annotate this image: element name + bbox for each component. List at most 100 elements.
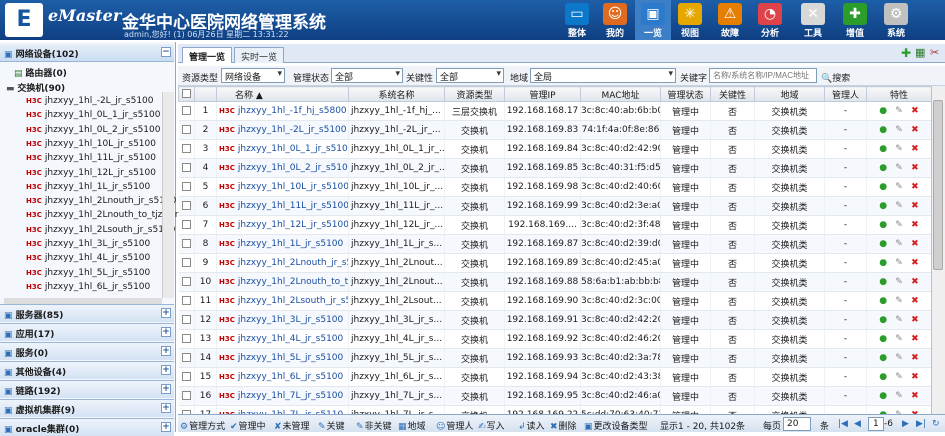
criticality-select[interactable]: 全部 xyxy=(436,68,504,83)
status-ok-icon[interactable]: ● xyxy=(879,391,888,401)
delete-icon[interactable]: ✖ xyxy=(910,372,919,382)
sidebar-section[interactable]: ▣ 应用(17) + xyxy=(0,323,174,341)
next-page-icon[interactable]: ▶ xyxy=(902,419,909,429)
footer-button-cross[interactable]: ✘未管理 xyxy=(274,419,310,432)
status-ok-icon[interactable]: ● xyxy=(879,258,888,268)
status-ok-icon[interactable]: ● xyxy=(879,239,888,249)
col-sysname[interactable]: 系统名称 xyxy=(348,86,445,102)
footer-button-change[interactable]: ▣更改设备类型 xyxy=(584,419,648,432)
edit-icon[interactable]: ✎ xyxy=(895,296,904,306)
status-ok-icon[interactable]: ● xyxy=(879,144,888,154)
row-checkbox[interactable] xyxy=(178,158,195,178)
status-ok-icon[interactable]: ● xyxy=(879,163,888,173)
tree-router-group[interactable]: ▤ 路由器(0) xyxy=(14,66,67,79)
edit-icon[interactable]: ✎ xyxy=(895,258,904,268)
first-page-icon[interactable]: |◀ xyxy=(838,419,848,429)
status-ok-icon[interactable]: ● xyxy=(879,201,888,211)
row-checkbox[interactable] xyxy=(178,329,195,349)
edit-icon[interactable]: ✎ xyxy=(895,201,904,211)
status-ok-icon[interactable]: ● xyxy=(879,106,888,116)
table-row[interactable]: 11 H3C jhzxyy_1hl_2Lsouth_jr_s5... jhzxyy… xyxy=(178,291,931,311)
footer-button-read[interactable]: ↲读入 xyxy=(518,419,545,432)
delete-icon[interactable]: ✖ xyxy=(910,315,919,325)
manage-state-select[interactable]: 全部 xyxy=(331,68,403,83)
row-name-link[interactable]: H3C jhzxyy_1hl_5L_jr_s5100 xyxy=(216,348,349,368)
status-ok-icon[interactable]: ● xyxy=(879,296,888,306)
search-button[interactable]: 🔍搜索 xyxy=(821,71,850,84)
expand-icon[interactable]: + xyxy=(161,384,171,394)
expand-icon[interactable]: + xyxy=(161,403,171,413)
nav-pie-chart[interactable]: ◔ 分析 xyxy=(752,0,788,40)
table-row[interactable]: 5 H3C jhzxyy_1hl_10L_jr_s5100 jhzxyy_1hl_… xyxy=(178,177,931,197)
tree-item-switch[interactable]: H3C jhzxyy_1hl_-2L_jr_s5100 xyxy=(26,96,154,106)
table-row[interactable]: 3 H3C jhzxyy_1hl_0L_1_jr_s5100 jhzxyy_1hl… xyxy=(178,139,931,159)
row-name-link[interactable]: H3C jhzxyy_1hl_7L_jr_s5100 xyxy=(216,386,349,406)
prev-page-icon[interactable]: ◀ xyxy=(854,419,861,429)
sidebar-section[interactable]: ▣ 链路(192) + xyxy=(0,380,174,398)
footer-button-check[interactable]: ✔管理中 xyxy=(230,419,266,432)
row-name-link[interactable]: H3Cjhzxyy_1hl_2Lnouth_jr_s5... xyxy=(216,253,349,273)
footer-button-unkey[interactable]: ✎非关键 xyxy=(356,419,392,432)
sidebar-section[interactable]: ▣ 服务(0) + xyxy=(0,342,174,360)
export-icon[interactable]: ▦ xyxy=(915,46,925,59)
delete-icon[interactable]: ✖ xyxy=(910,144,919,154)
tab-management-overview[interactable]: 管理一览 xyxy=(182,47,233,63)
footer-button-write[interactable]: ✍写入 xyxy=(478,419,505,432)
edit-icon[interactable]: ✎ xyxy=(895,334,904,344)
edit-icon[interactable]: ✎ xyxy=(895,220,904,230)
footer-button-delete[interactable]: ✖删除 xyxy=(550,419,577,432)
nav-monitor[interactable]: ▭ 整体 xyxy=(559,0,595,40)
edit-icon[interactable]: ✎ xyxy=(895,391,904,401)
row-checkbox[interactable] xyxy=(178,291,195,311)
footer-button-key[interactable]: ✎关键 xyxy=(318,419,345,432)
select-all-checkbox[interactable] xyxy=(178,86,195,102)
status-ok-icon[interactable]: ● xyxy=(879,334,888,344)
edit-icon[interactable]: ✎ xyxy=(895,239,904,249)
table-row[interactable]: 16 H3C jhzxyy_1hl_7L_jr_s5100 jhzxyy_1hl_… xyxy=(178,386,931,406)
delete-icon[interactable]: ✖ xyxy=(910,258,919,268)
table-row[interactable]: 12 H3C jhzxyy_1hl_3L_jr_s5100 jhzxyy_1hl_… xyxy=(178,310,931,330)
tree-switch-group[interactable]: ▬ 交换机(90) xyxy=(6,81,65,94)
tree-item-switch[interactable]: H3C jhzxyy_1hl_1L_jr_s5100 xyxy=(26,182,150,192)
delete-icon[interactable]: ✖ xyxy=(910,220,919,230)
status-ok-icon[interactable]: ● xyxy=(879,277,888,287)
table-row[interactable]: 8 H3C jhzxyy_1hl_1L_jr_s5100 jhzxyy_1hl_1… xyxy=(178,234,931,254)
nav-warning[interactable]: ⚠ 故障 xyxy=(712,0,748,40)
row-name-link[interactable]: H3Cjhzxyy_1hl_7L_jr_s5110_1 xyxy=(216,405,349,414)
footer-button-region[interactable]: ▦地域 xyxy=(398,419,426,432)
col-state[interactable]: 管理状态 xyxy=(660,86,711,102)
row-name-link[interactable]: H3C jhzxyy_1hl_10L_jr_s5100 xyxy=(216,177,349,197)
table-row[interactable]: 13 H3C jhzxyy_1hl_4L_jr_s5100 jhzxyy_1hl_… xyxy=(178,329,931,349)
tree-item-switch[interactable]: H3C jhzxyy_1hl_11L_jr_s5100 xyxy=(26,153,156,163)
tab-realtime-overview[interactable]: 实时一览 xyxy=(234,47,285,63)
sidebar-section[interactable]: ▣ 其他设备(4) + xyxy=(0,361,174,379)
status-ok-icon[interactable]: ● xyxy=(879,353,888,363)
col-ip[interactable]: 管理IP xyxy=(504,86,581,102)
row-name-link[interactable]: H3C jhzxyy_1hl_11L_jr_s5100 xyxy=(216,196,349,216)
delete-icon[interactable]: ✖ xyxy=(910,334,919,344)
table-row[interactable]: 6 H3C jhzxyy_1hl_11L_jr_s5100 jhzxyy_1hl_… xyxy=(178,196,931,216)
settings-icon[interactable]: ✂ xyxy=(930,46,939,59)
status-ok-icon[interactable]: ● xyxy=(879,315,888,325)
edit-icon[interactable]: ✎ xyxy=(895,125,904,135)
grid-scrollbar-thumb[interactable] xyxy=(933,100,943,270)
row-name-link[interactable]: H3C jhzxyy_1hl_4L_jr_s5100 xyxy=(216,329,349,349)
delete-icon[interactable]: ✖ xyxy=(910,182,919,192)
row-checkbox[interactable] xyxy=(178,196,195,216)
nav-tools[interactable]: ✕ 工具 xyxy=(795,0,831,40)
row-name-link[interactable]: H3C jhzxyy_1hl_12L_jr_s5100 xyxy=(216,215,349,235)
col-name[interactable]: 名称 ▲ xyxy=(216,86,349,102)
delete-icon[interactable]: ✖ xyxy=(910,239,919,249)
row-checkbox[interactable] xyxy=(178,215,195,235)
tree-item-switch[interactable]: H3C jhzxyy_1hl_2Lnouth_to_tjzx_jr xyxy=(26,210,178,220)
edit-icon[interactable]: ✎ xyxy=(895,353,904,363)
per-page-select[interactable]: 20 xyxy=(783,417,812,431)
table-row[interactable]: 2 H3C jhzxyy_1hl_-2L_jr_s5100 jhzxyy_1hl_… xyxy=(178,120,931,140)
row-name-link[interactable]: H3C jhzxyy_1hl_1L_jr_s5100 xyxy=(216,234,349,254)
resource-type-select[interactable]: 网络设备 xyxy=(221,68,285,83)
edit-icon[interactable]: ✎ xyxy=(895,106,904,116)
footer-button-settings[interactable]: ⚙管理方式 xyxy=(180,419,225,432)
last-page-icon[interactable]: ▶| xyxy=(916,419,926,429)
tree-item-switch[interactable]: H3C jhzxyy_1hl_2Lnouth_jr_s5100 xyxy=(26,196,176,206)
status-ok-icon[interactable]: ● xyxy=(879,372,888,382)
